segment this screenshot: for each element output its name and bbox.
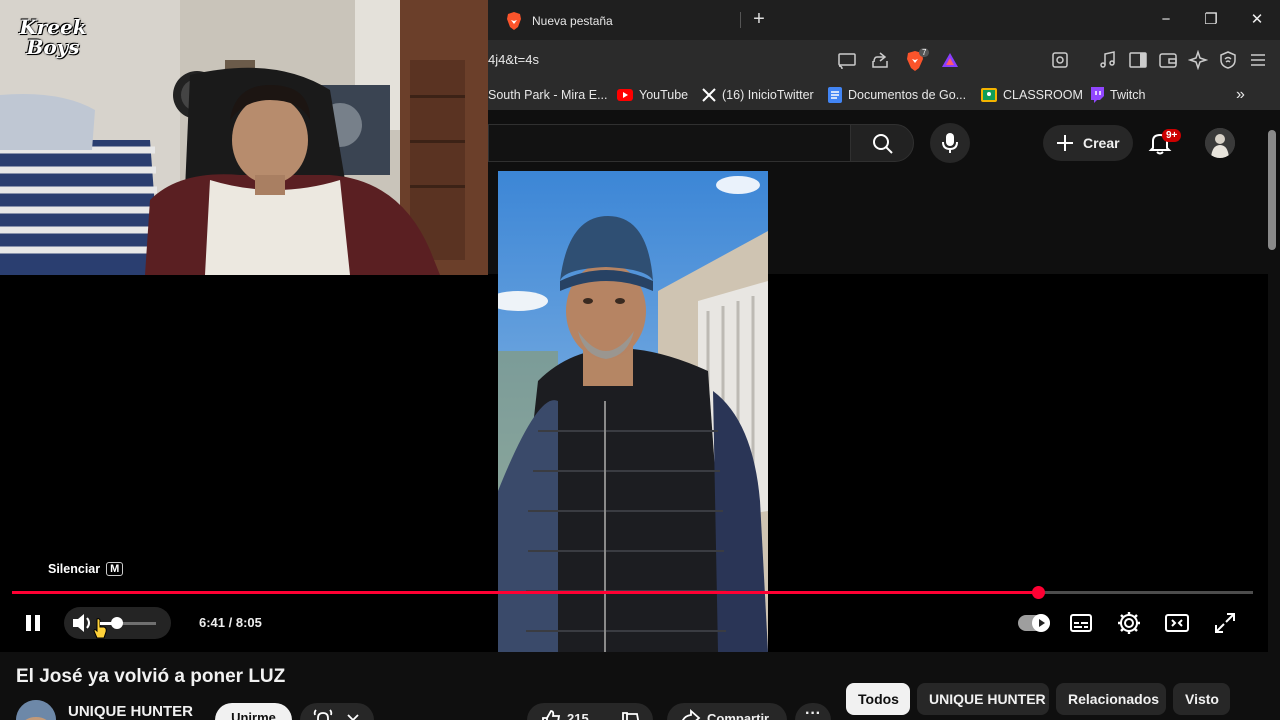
docs-icon bbox=[828, 87, 842, 103]
like-button[interactable]: 215 bbox=[527, 703, 653, 720]
x-icon bbox=[702, 88, 716, 102]
chip-relacionados[interactable]: Relacionados bbox=[1056, 683, 1166, 715]
more-actions-button[interactable]: ··· bbox=[795, 703, 831, 720]
pause-icon bbox=[20, 610, 46, 636]
search-icon bbox=[872, 133, 894, 155]
progress-bar[interactable] bbox=[12, 586, 1253, 599]
video-frame bbox=[498, 171, 768, 652]
bookmark-classroom[interactable]: CLASSROOM bbox=[981, 86, 1083, 104]
volume-knob[interactable] bbox=[110, 617, 123, 629]
tooltip-label: Silenciar bbox=[48, 562, 101, 576]
channel-avatar[interactable] bbox=[16, 700, 56, 720]
close-window-button[interactable]: ✕ bbox=[1242, 8, 1272, 32]
leo-ai-icon[interactable] bbox=[1188, 50, 1210, 70]
classroom-icon bbox=[981, 88, 997, 102]
screen: Nueva pestaña + − ❐ ✕ 4j4&t=4s 7 South P bbox=[0, 0, 1280, 720]
volume-slider[interactable] bbox=[100, 617, 156, 629]
url-field[interactable]: 4j4&t=4s bbox=[488, 52, 539, 67]
account-avatar[interactable] bbox=[1205, 128, 1235, 158]
twitch-icon bbox=[1090, 87, 1104, 103]
voice-search-button[interactable] bbox=[930, 123, 970, 163]
reader-mode-icon[interactable] bbox=[1050, 50, 1072, 70]
autoplay-toggle[interactable] bbox=[1018, 614, 1050, 632]
dislike-icon[interactable] bbox=[621, 711, 641, 720]
menu-icon[interactable] bbox=[1248, 50, 1270, 70]
create-label: Crear bbox=[1083, 135, 1120, 151]
share-button[interactable]: Compartir bbox=[667, 703, 787, 720]
autoplay-knob bbox=[1032, 614, 1050, 632]
chevron-down-icon bbox=[346, 713, 360, 720]
tab-divider bbox=[740, 12, 741, 28]
brave-lion-icon bbox=[506, 12, 522, 30]
share-arrow-icon bbox=[679, 709, 701, 720]
subscribed-button[interactable] bbox=[300, 703, 374, 720]
settings-gear-icon[interactable] bbox=[1116, 610, 1142, 636]
theater-mode-icon[interactable] bbox=[1164, 610, 1190, 636]
bookmark-docs[interactable]: Documentos de Go... bbox=[828, 86, 966, 104]
channel-logo: Kreek Boys bbox=[19, 15, 87, 59]
sidebar-toggle-icon[interactable] bbox=[1128, 50, 1150, 70]
subtitles-icon[interactable] bbox=[1068, 610, 1094, 636]
notification-badge: 9+ bbox=[1162, 129, 1182, 142]
time-display: 6:41 / 8:05 bbox=[199, 615, 262, 630]
cast-icon[interactable] bbox=[837, 50, 859, 70]
mute-tooltip: Silenciar M bbox=[42, 558, 129, 580]
bookmarks-overflow-button[interactable]: » bbox=[1236, 86, 1245, 104]
bookmark-southpark[interactable]: South Park - Mira E... bbox=[488, 86, 607, 104]
maximize-button[interactable]: ❐ bbox=[1196, 8, 1226, 32]
webcam-overlay: Kreek Boys bbox=[0, 0, 488, 275]
tab-title: Nueva pestaña bbox=[532, 14, 613, 28]
join-button[interactable]: Unirme bbox=[215, 703, 292, 720]
chip-todos[interactable]: Todos bbox=[846, 683, 910, 715]
search-button[interactable] bbox=[850, 124, 914, 162]
like-count: 215 bbox=[567, 711, 589, 720]
search-input[interactable] bbox=[488, 124, 850, 162]
bookmark-youtube[interactable]: YouTube bbox=[617, 86, 688, 104]
chip-visto[interactable]: Visto bbox=[1173, 683, 1230, 715]
music-icon[interactable] bbox=[1098, 50, 1120, 70]
fullscreen-icon[interactable] bbox=[1212, 610, 1238, 636]
channel-name[interactable]: UNIQUE HUNTER bbox=[68, 703, 193, 720]
vpn-icon[interactable] bbox=[1218, 50, 1240, 70]
video-title: El José ya volvió a poner LUZ bbox=[16, 666, 286, 687]
share-page-icon[interactable] bbox=[870, 50, 892, 70]
plus-icon bbox=[1055, 133, 1075, 153]
bookmark-twitch[interactable]: Twitch bbox=[1090, 86, 1145, 104]
tooltip-shortcut-key: M bbox=[106, 562, 124, 576]
brave-rewards-icon[interactable] bbox=[940, 50, 962, 70]
microphone-icon bbox=[941, 132, 959, 154]
progress-played bbox=[12, 591, 1039, 594]
minimize-button[interactable]: − bbox=[1151, 8, 1181, 32]
pause-button[interactable] bbox=[20, 610, 46, 636]
wallet-icon[interactable] bbox=[1158, 50, 1180, 70]
browser-tab[interactable]: Nueva pestaña bbox=[496, 6, 742, 36]
page-scrollbar[interactable] bbox=[1268, 130, 1276, 250]
create-button[interactable]: Crear bbox=[1043, 125, 1133, 161]
youtube-icon bbox=[617, 89, 633, 101]
new-tab-button[interactable]: + bbox=[748, 8, 770, 30]
thumbs-up-icon bbox=[541, 709, 561, 720]
share-label: Compartir bbox=[707, 711, 770, 720]
bookmark-twitter[interactable]: (16) InicioTwitter bbox=[702, 86, 814, 104]
bell-ring-icon bbox=[312, 709, 334, 720]
chip-unique-hunter[interactable]: UNIQUE HUNTER bbox=[917, 683, 1049, 715]
